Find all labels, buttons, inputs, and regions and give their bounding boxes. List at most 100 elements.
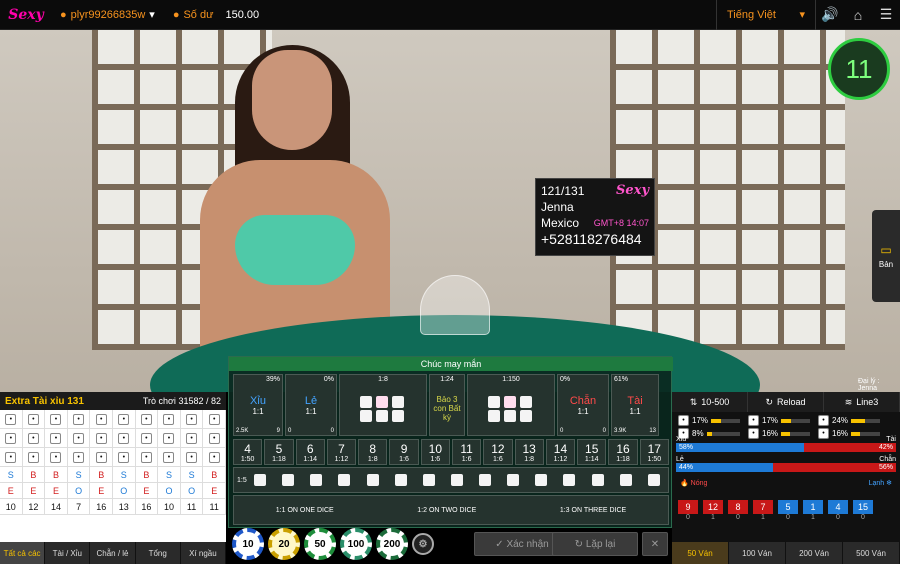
username: plyr99266835w [70,8,146,21]
bet-total-17[interactable]: 17 1:50 [639,439,669,465]
cold-label: Lạnh ❄ [868,480,892,487]
bet-xiu[interactable]: Xỉu 1:1 39% 2.5K 9 [233,374,283,436]
history-bar: 50 [778,500,798,521]
roadmap-tab[interactable]: Tài / Xỉu [45,542,91,564]
round-tab[interactable]: 500 Ván [843,542,900,564]
check-icon: ✓ [495,538,507,550]
language-select[interactable]: Tiếng Việt ▾ [716,0,816,30]
reload-button[interactable]: ↻ Reload [748,392,824,412]
chip-100[interactable]: 100 [340,528,372,560]
dice-cell: • [135,448,159,467]
dice-stat: • 24% [818,415,880,426]
roadmap-cell: 7 [67,499,91,515]
dice-stats: • 17% • 17% • 24% • 8% • 16% • 16% [672,412,900,442]
dice-stat: • 17% [748,415,810,426]
dice-cell: • [135,429,159,448]
dice-cell: • [90,429,113,448]
home-icon[interactable]: ⌂ [844,0,872,30]
side-tab[interactable]: ▭ Bản [872,210,900,302]
chip-tray: 10 20 50 100 200 ⚙ [232,528,472,560]
bet-total-4[interactable]: 4 1:50 [233,439,263,465]
live-video: 121/131 Sexy Jenna Mexico GMT+8 14:07 +528… [0,30,900,392]
dice-cell: • [113,429,136,448]
limit-selector[interactable]: ⇅ 10-500 [672,392,748,412]
balance-value: 150.00 [225,8,260,21]
dice-cell: • [0,429,23,448]
history-bar: 90 [678,500,698,521]
history-bar: 15 0 [853,500,873,521]
close-icon: ✕ [650,538,660,550]
dice-stat: • 16% [748,428,810,439]
hot-cold-history: 9 0 12 1 8 0 7 1 5 0 1 1 4 0 15 0 [672,487,900,521]
dice-cell: • [0,448,23,467]
bet-total-12[interactable]: 12 1:6 [483,439,513,465]
bet-triples[interactable]: 1:150 [467,374,555,436]
menu-icon[interactable]: ☰ [872,0,900,30]
roadmap-cell: 13 [113,499,136,515]
roadmap-cell: B [45,467,68,483]
bet-total-8[interactable]: 8 1:8 [358,439,388,465]
round-tab[interactable]: 100 Ván [729,542,786,564]
roadmap-tab[interactable]: Xí ngầu [181,542,227,564]
round-tabs: 50 Ván 100 Ván 200 Ván 500 Ván [672,542,900,564]
history-bar: 80 [728,500,748,521]
dice-shaker [420,275,490,335]
bet-total-5[interactable]: 5 1:18 [264,439,294,465]
dice-cell: • [180,429,204,448]
bet-combinations[interactable]: 1:5 [233,467,669,493]
bet-any-triple[interactable]: 1:24 Bảo 3 con Bất kỳ [429,374,465,436]
bet-total-9[interactable]: 9 1:6 [389,439,419,465]
roadmap-tab[interactable]: Tất cả các [0,542,46,564]
dice-history: • • • • • • • • • • • • • • • • • • • • • • • • • • • • • • [0,410,226,467]
roadmap-cell: 12 [22,499,46,515]
roadmap-cell: S [180,467,204,483]
bet-total-16[interactable]: 16 1:18 [608,439,638,465]
small-big-row: SBBSBSBSSB [0,467,226,483]
speaker-icon[interactable]: 🔊 [816,0,844,30]
line-selector[interactable]: ≋ Line3 [824,392,900,412]
roadmap-cell: O [67,483,91,499]
sexy-logo: Sexy [8,6,44,23]
good-luck-banner: Chúc may mắn [229,357,673,371]
bet-le[interactable]: Lẻ 1:1 0% 0 0 [285,374,337,436]
bet-single-dice[interactable]: 1:1 ON ONE DICE 1:2 ON TWO DICE 1:3 ON T… [233,495,669,525]
bet-total-6[interactable]: 6 1:14 [295,439,325,465]
bet-total-15[interactable]: 15 1:14 [577,439,607,465]
chip-50[interactable]: 50 [304,528,336,560]
even-odd-row: EEEOEOEOOE [0,483,226,499]
bet-total-14[interactable]: 14 1:12 [545,439,576,465]
dice-cell: • [158,429,181,448]
bet-tai[interactable]: Tài 1:1 61% 3.9K 13 [611,374,659,436]
cancel-button[interactable]: ✕ [642,532,668,556]
roadmap-cell: E [135,483,159,499]
dice-stat: • 8% [678,428,740,439]
dice-cell: • [22,429,46,448]
bet-chan[interactable]: Chẵn 1:1 0% 0 0 [557,374,609,436]
roadmap-tab[interactable]: Tổng [136,542,181,564]
chip-20[interactable]: 20 [268,528,300,560]
round-tab[interactable]: 50 Ván [672,542,729,564]
dice-cell: • [90,448,113,467]
roadmap-cell: 14 [45,499,68,515]
history-bar: 12 1 [703,500,723,521]
chip-10[interactable]: 10 [232,528,264,560]
bet-total-13[interactable]: 13 1:8 [514,439,544,465]
round-tab[interactable]: 200 Ván [786,542,843,564]
sum-row: 10 12 14 7 16 13 16 10 11 11 [0,499,226,515]
roadmap-panel: Extra Tài xỉu 131 Trò chơi 31582 / 82 • •… [0,392,227,564]
user-menu[interactable]: ● plyr99266835w ▾ [60,8,155,22]
roadmap-cell: B [22,467,46,483]
roadmap-tab[interactable]: Chẵn / lẻ [90,542,136,564]
screen-icon: ▭ [880,243,892,257]
bet-total-10[interactable]: 10 1:6 [420,439,450,465]
roadmap-tabs: Tất cả các Tài / Xỉu Chẵn / lẻ Tổng Xí ngầu [0,542,227,564]
repeat-button[interactable]: ↻ Lặp lại [552,532,638,556]
chip-200[interactable]: 200 [376,528,408,560]
chip-settings-icon[interactable]: ⚙ [412,533,434,555]
countdown-timer: 11 [828,38,890,100]
wifi-icon: ≋ [844,396,853,407]
bet-total-7[interactable]: 7 1:12 [326,439,357,465]
user-icon: ● [60,8,67,21]
bet-total-11[interactable]: 11 1:6 [451,439,482,465]
bet-pairs[interactable]: 1:8 [339,374,427,436]
